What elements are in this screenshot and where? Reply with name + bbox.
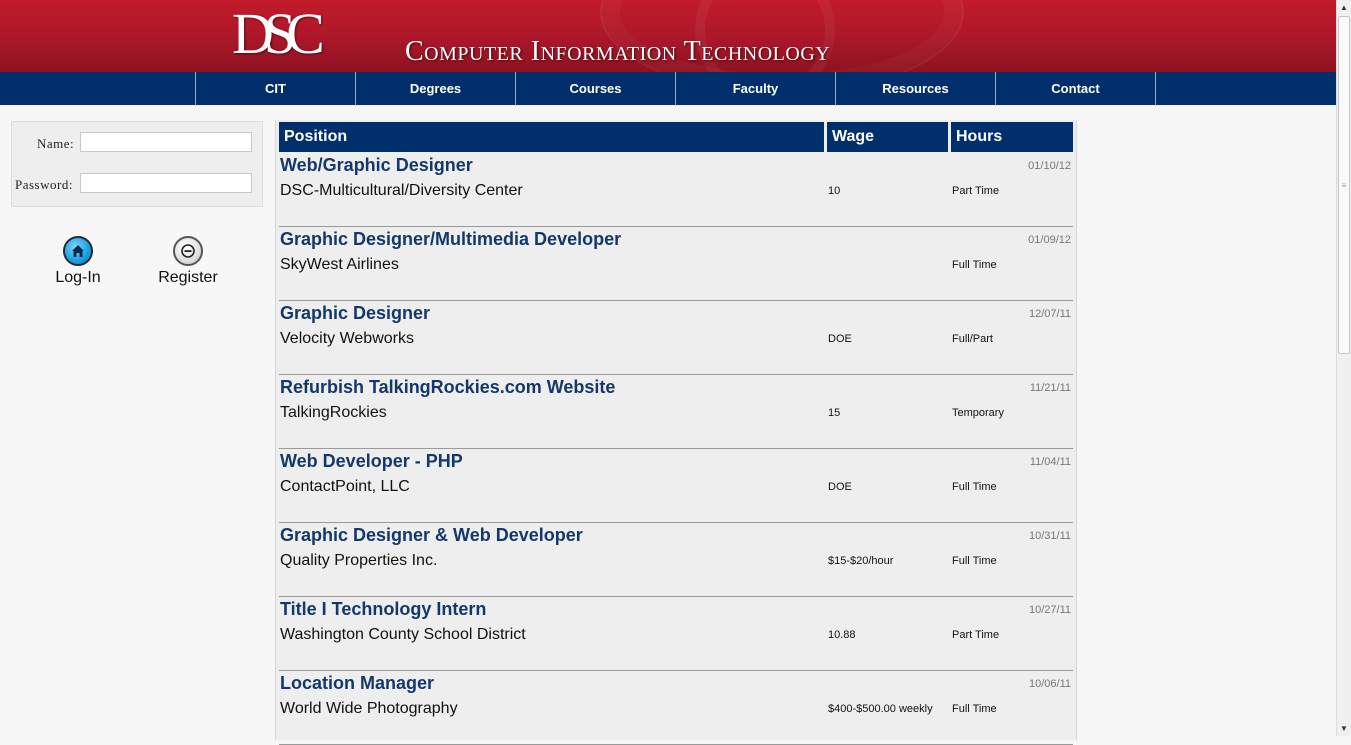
nav-item-degrees[interactable]: Degrees <box>355 72 515 105</box>
name-field[interactable] <box>80 132 252 152</box>
job-title-link[interactable]: Title I Technology Intern <box>280 599 486 620</box>
job-company: TalkingRockies <box>280 404 387 421</box>
job-date: 11/21/11 <box>1029 382 1071 394</box>
job-date: 12/07/11 <box>1028 308 1071 320</box>
table-row: Title I Technology Intern Washington Cou… <box>279 596 1073 671</box>
table-row: Web/Graphic Designer DSC-Multicultural/D… <box>279 152 1073 227</box>
job-company: ContactPoint, LLC <box>280 478 410 495</box>
nav-item-resources[interactable]: Resources <box>835 72 995 105</box>
scroll-down-icon[interactable]: ▼ <box>1337 721 1351 736</box>
column-header-hours: Hours <box>951 122 1073 152</box>
site-title: Computer Information Technology <box>405 36 831 67</box>
register-label: Register <box>158 269 218 286</box>
site-header: DSC Computer Information Technology <box>0 0 1336 72</box>
job-title-link[interactable]: Location Manager <box>280 673 434 694</box>
job-wage: 10 <box>828 185 841 197</box>
table-row: Graphic Designer/Multimedia Developer Sk… <box>279 226 1073 301</box>
nav-item-faculty[interactable]: Faculty <box>675 72 835 105</box>
scroll-up-icon[interactable]: ▲ <box>1337 0 1351 15</box>
minus-circle-icon <box>173 236 203 266</box>
job-wage: $15-$20/hour <box>828 555 894 567</box>
job-date: 11/04/11 <box>1029 456 1071 468</box>
job-hours: Full/Part <box>952 333 993 345</box>
job-wage: $400-$500.00 weekly <box>828 703 933 715</box>
job-wage: 15 <box>828 407 841 419</box>
login-form: Name: Password: <box>11 121 263 207</box>
dsc-logo[interactable]: DSC <box>232 4 325 64</box>
column-header-wage: Wage <box>827 122 948 152</box>
job-company: Velocity Webworks <box>280 330 414 347</box>
name-label: Name: <box>37 136 75 151</box>
job-title-link[interactable]: Graphic Designer & Web Developer <box>280 525 583 546</box>
table-row: Graphic Designer & Web Developer Quality… <box>279 522 1073 597</box>
register-button[interactable]: Register <box>154 236 222 287</box>
password-label: Password: <box>15 177 73 192</box>
nav-item-contact[interactable]: Contact <box>995 72 1155 105</box>
job-hours: Part Time <box>952 629 1000 641</box>
job-date: 10/31/11 <box>1028 530 1071 542</box>
job-date: 10/06/11 <box>1028 678 1071 690</box>
table-header: Position Wage Hours <box>279 122 1073 152</box>
job-wage: DOE <box>828 333 852 345</box>
password-field[interactable] <box>80 173 252 193</box>
nav-item-courses[interactable]: Courses <box>515 72 675 105</box>
table-row: Refurbish TalkingRockies.com Website Tal… <box>279 374 1073 449</box>
job-wage: 10.88 <box>828 629 856 641</box>
job-wage: DOE <box>828 481 852 493</box>
job-hours: Temporary <box>952 407 1004 419</box>
table-row: Web Developer - PHP ContactPoint, LLC 11… <box>279 448 1073 523</box>
job-hours: Full Time <box>952 259 997 271</box>
job-title-link[interactable]: Graphic Designer <box>280 303 430 324</box>
job-date: 01/10/12 <box>1028 160 1071 172</box>
job-title-link[interactable]: Web/Graphic Designer <box>280 155 473 176</box>
login-label: Log-In <box>55 269 101 286</box>
jobs-table: Position Wage Hours Web/Graphic Designer… <box>275 120 1077 745</box>
table-row: Graphic Designer Velocity Webworks 12/07… <box>279 300 1073 375</box>
job-hours: Full Time <box>952 703 997 715</box>
job-hours: Part Time <box>952 185 1000 197</box>
job-company: DSC-Multicultural/Diversity Center <box>280 182 523 199</box>
job-title-link[interactable]: Graphic Designer/Multimedia Developer <box>280 229 621 250</box>
page-scrollbar[interactable]: ▲ ≡ ▼ <box>1336 0 1351 736</box>
job-company: Quality Properties Inc. <box>280 552 438 569</box>
main-nav: CIT Degrees Courses Faculty Resources Co… <box>0 72 1336 105</box>
job-title-link[interactable]: Web Developer - PHP <box>280 451 463 472</box>
job-date: 01/09/12 <box>1028 234 1071 246</box>
table-row: Location Manager World Wide Photography … <box>279 670 1073 745</box>
job-company: Washington County School District <box>280 626 526 643</box>
job-company: SkyWest Airlines <box>280 256 399 273</box>
home-icon <box>63 236 93 266</box>
login-button[interactable]: Log-In <box>50 236 106 287</box>
job-hours: Full Time <box>952 481 997 493</box>
job-date: 10/27/11 <box>1028 604 1071 616</box>
column-header-position: Position <box>279 122 824 152</box>
scrollbar-thumb[interactable]: ≡ <box>1338 16 1350 354</box>
nav-item-cit[interactable]: CIT <box>195 72 355 105</box>
nav-divider <box>1155 72 1156 105</box>
job-company: World Wide Photography <box>280 700 458 717</box>
job-hours: Full Time <box>952 555 997 567</box>
job-title-link[interactable]: Refurbish TalkingRockies.com Website <box>280 377 615 398</box>
